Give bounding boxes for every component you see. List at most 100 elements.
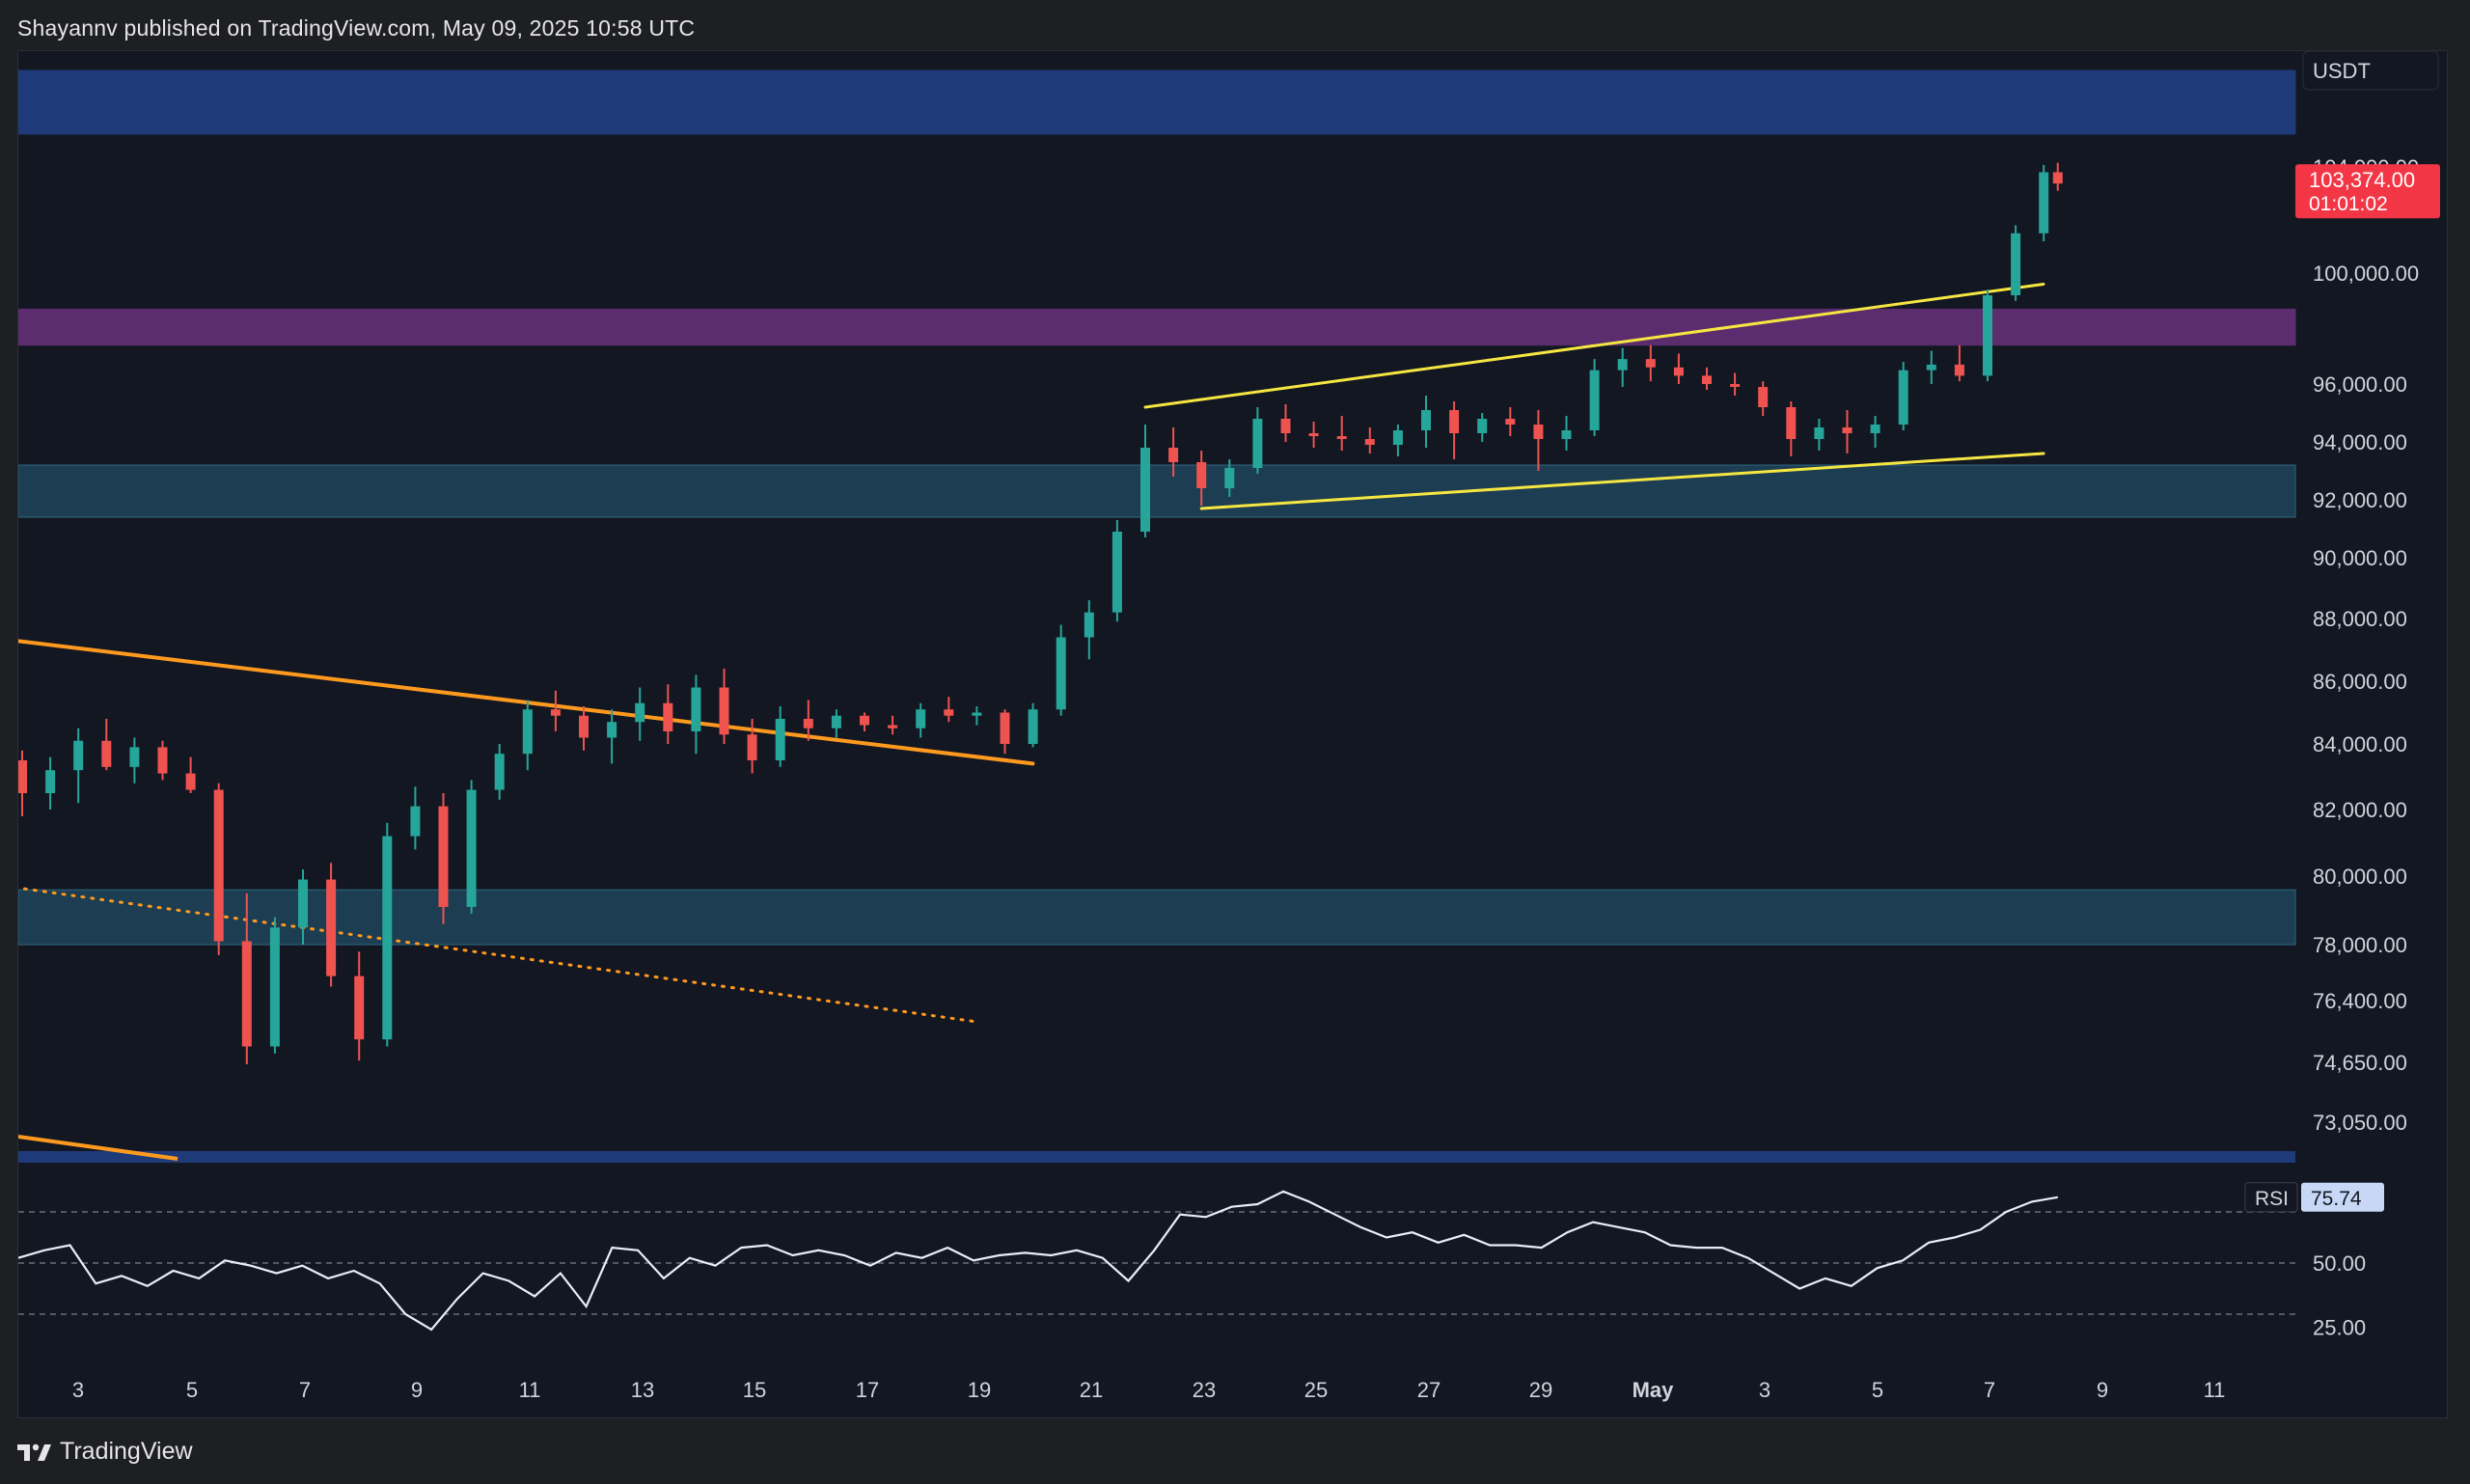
candle[interactable] [719, 669, 729, 744]
candle[interactable] [382, 822, 393, 1047]
price-tick-label: 96,000.00 [2313, 372, 2407, 397]
candle[interactable] [635, 687, 645, 741]
candle-body [1224, 468, 1235, 488]
candle[interactable] [607, 709, 618, 764]
candle[interactable] [1814, 419, 1825, 451]
candle[interactable] [2011, 225, 2021, 301]
candle[interactable] [1983, 289, 1992, 382]
candle[interactable] [2052, 162, 2063, 191]
candle[interactable] [269, 917, 280, 1054]
candle-body [944, 709, 954, 716]
candle[interactable] [213, 783, 224, 955]
footer-brand[interactable]: TradingView [17, 1438, 193, 1466]
candle[interactable] [747, 719, 757, 774]
candle[interactable] [1084, 600, 1094, 660]
candle[interactable] [1280, 404, 1291, 442]
candle[interactable] [1589, 359, 1600, 436]
candle-body [213, 789, 224, 942]
candle-body [18, 760, 27, 793]
candle[interactable] [579, 706, 589, 751]
candle[interactable] [972, 706, 982, 726]
candle[interactable] [1926, 350, 1936, 385]
candle[interactable] [73, 728, 84, 804]
candle-body [1814, 427, 1825, 439]
candle[interactable] [1056, 624, 1066, 716]
candle[interactable] [522, 700, 533, 771]
candle[interactable] [831, 709, 841, 738]
candle[interactable] [1336, 416, 1347, 451]
candle[interactable] [888, 715, 898, 735]
candle[interactable] [45, 756, 56, 810]
time-tick-label: 27 [1417, 1378, 1441, 1402]
rsi-name-label: RSI [2255, 1188, 2289, 1210]
chart-frame[interactable]: USDT104,000.00100,000.0096,000.0094,000.… [17, 50, 2448, 1418]
candle[interactable] [326, 863, 337, 987]
candle[interactable] [860, 712, 869, 732]
price-tick-label: 86,000.00 [2313, 670, 2407, 694]
candle[interactable] [944, 697, 954, 723]
tradingview-logo-icon [17, 1443, 51, 1461]
candle[interactable] [1870, 416, 1880, 448]
candle[interactable] [1842, 410, 1852, 453]
candle[interactable] [1898, 362, 1908, 430]
candle[interactable] [18, 750, 27, 816]
candle[interactable] [1617, 347, 1628, 387]
candle[interactable] [1505, 407, 1516, 436]
candle[interactable] [354, 951, 365, 1061]
price-tick-label: 78,000.00 [2313, 933, 2407, 957]
candle[interactable] [1561, 416, 1572, 451]
candle[interactable] [1730, 372, 1741, 397]
time-tick-label: 5 [186, 1378, 198, 1402]
candle[interactable] [1673, 353, 1684, 384]
candle[interactable] [101, 719, 112, 771]
time-tick-label: 23 [1193, 1378, 1216, 1402]
candle-body [2039, 172, 2049, 234]
candle[interactable] [2039, 164, 2049, 241]
candle[interactable] [663, 684, 673, 744]
axes-layer: USDT104,000.00100,000.0096,000.0094,000.… [72, 51, 2440, 1402]
candle[interactable] [1140, 425, 1150, 537]
candle[interactable] [1533, 410, 1544, 471]
price-tick-label: 94,000.00 [2313, 430, 2407, 454]
candle[interactable] [1477, 413, 1488, 442]
candle[interactable] [129, 737, 140, 783]
candle[interactable] [1954, 344, 1964, 382]
candle[interactable] [438, 793, 449, 924]
candle-body [775, 719, 785, 760]
candle[interactable] [1028, 702, 1038, 748]
candle[interactable] [775, 706, 785, 767]
candle[interactable] [466, 780, 477, 915]
brand-name: TradingView [60, 1438, 193, 1465]
candle-body [2011, 233, 2021, 295]
candle[interactable] [1252, 407, 1263, 474]
candle[interactable] [691, 674, 701, 755]
candle[interactable] [185, 756, 196, 793]
price-tick-label: 92,000.00 [2313, 488, 2407, 512]
candle-body [326, 879, 337, 976]
candle-body [803, 719, 813, 728]
candle[interactable] [1000, 709, 1010, 755]
candle[interactable] [1112, 520, 1122, 622]
candle[interactable] [1308, 422, 1319, 448]
candle[interactable] [1421, 396, 1431, 448]
candle-body [1758, 387, 1769, 407]
candle[interactable] [410, 786, 421, 850]
candle-body [298, 879, 308, 928]
candle[interactable] [916, 702, 926, 738]
upper-supply-zone [18, 69, 2296, 135]
candle-body [1617, 359, 1628, 371]
price-chart[interactable]: USDT104,000.00100,000.0096,000.0094,000.… [18, 51, 2449, 1419]
candle[interactable] [157, 740, 168, 781]
candle[interactable] [1364, 427, 1375, 453]
candle-body [1870, 425, 1880, 433]
price-tick-label: 90,000.00 [2313, 546, 2407, 570]
candle-body [831, 715, 841, 728]
candle[interactable] [1392, 425, 1403, 456]
candle[interactable] [1702, 367, 1712, 390]
candle[interactable] [1786, 401, 1797, 456]
candle[interactable] [1645, 344, 1656, 382]
candle[interactable] [550, 690, 561, 731]
candle[interactable] [494, 744, 505, 800]
candle[interactable] [1758, 381, 1769, 416]
candle[interactable] [1449, 401, 1460, 459]
